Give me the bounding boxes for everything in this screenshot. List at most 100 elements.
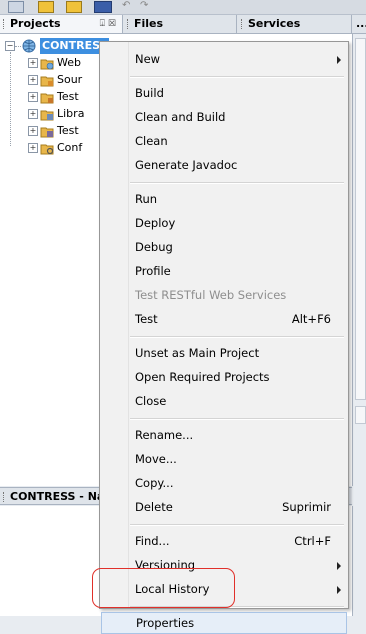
menu-item-label: Rename... <box>135 428 194 442</box>
menu-item-label: Test RESTful Web Services <box>135 288 287 302</box>
expand-icon[interactable]: + <box>28 92 38 102</box>
menu-item-run[interactable]: Run <box>101 188 347 210</box>
editor-edge-strip <box>353 34 366 616</box>
tab-services-label: Services <box>248 17 301 30</box>
context-menu: New Build Clean and Build Clean Generate Jav… <box>99 41 349 634</box>
menu-item-find[interactable]: Find... Ctrl+F <box>101 530 347 552</box>
folder-test-libraries-icon <box>40 127 54 138</box>
tab-projects-label: Projects <box>10 17 61 30</box>
menu-item-label: Profile <box>135 264 171 278</box>
menu-item-test-restful-web-services: Test RESTful Web Services <box>101 284 347 306</box>
menu-item-label: Properties <box>136 616 195 630</box>
tab-overflow-label: ... <box>356 17 366 30</box>
folder-test-icon <box>40 93 54 104</box>
tree-connector <box>15 46 21 47</box>
redo-icon[interactable]: ↷ <box>140 1 150 11</box>
editor-scrollbar[interactable] <box>355 38 366 400</box>
menu-item-label: Local History <box>135 582 210 596</box>
submenu-arrow-icon <box>337 586 341 594</box>
menu-item-label: Find... <box>135 534 170 548</box>
tree-node-label: Sour <box>57 73 83 86</box>
expand-icon[interactable]: + <box>28 109 38 119</box>
tree-node-label: Web <box>57 56 81 69</box>
submenu-arrow-icon <box>337 562 341 570</box>
menu-item-shortcut: Alt+F6 <box>291 312 331 326</box>
editor-splitter-handle[interactable] <box>355 406 366 424</box>
menu-item-copy[interactable]: Copy... <box>101 472 347 494</box>
explorer-tab-row: Projects ⍗ ☒ Files Services ... <box>0 15 366 34</box>
menu-item-label: Debug <box>135 240 173 254</box>
menu-item-debug[interactable]: Debug <box>101 236 347 258</box>
menu-item-test[interactable]: Test Alt+F6 <box>101 308 347 330</box>
tree-node-label: Test <box>57 90 79 103</box>
menu-item-shortcut: Suprimir <box>282 500 331 514</box>
menu-item-label: Open Required Projects <box>135 370 270 384</box>
new-file-icon[interactable] <box>8 1 24 13</box>
expand-icon[interactable]: + <box>28 143 38 153</box>
menu-item-build[interactable]: Build <box>101 82 347 104</box>
tab-files-label: Files <box>134 17 164 30</box>
menu-item-label: Close <box>135 394 167 408</box>
menu-separator <box>130 182 344 184</box>
menu-item-label: Generate Javadoc <box>135 158 238 172</box>
menu-item-properties[interactable]: Properties <box>101 612 347 634</box>
menu-separator <box>130 418 344 420</box>
menu-item-deploy[interactable]: Deploy <box>101 212 347 234</box>
menu-item-label: New <box>135 52 161 66</box>
tab-grip-icon <box>3 492 6 502</box>
main-toolbar: ↶ ↷ <box>0 0 366 15</box>
menu-item-label: Deploy <box>135 216 176 230</box>
menu-item-rename[interactable]: Rename... <box>101 424 347 446</box>
menu-item-label: Versioning <box>135 558 196 572</box>
new-project-icon[interactable] <box>38 1 54 13</box>
submenu-arrow-icon <box>337 56 341 64</box>
menu-item-label: Copy... <box>135 476 174 490</box>
menu-item-generate-javadoc[interactable]: Generate Javadoc <box>101 154 347 176</box>
menu-item-new[interactable]: New <box>101 48 347 70</box>
menu-item-label: Delete <box>135 500 173 514</box>
expand-icon[interactable]: + <box>28 126 38 136</box>
expand-icon[interactable]: + <box>28 58 38 68</box>
menu-item-move[interactable]: Move... <box>101 448 347 470</box>
menu-item-label: Build <box>135 86 164 100</box>
tab-projects[interactable]: Projects ⍗ ☒ <box>0 15 123 33</box>
tab-grip-icon <box>241 19 244 29</box>
menu-item-shortcut: Ctrl+F <box>294 534 331 548</box>
menu-item-delete[interactable]: Delete Suprimir <box>101 496 347 518</box>
folder-libraries-icon <box>40 110 54 121</box>
menu-item-label: Test <box>135 312 158 326</box>
open-project-icon[interactable] <box>66 1 82 13</box>
tree-node-label: Conf <box>57 141 83 154</box>
menu-item-label: Clean and Build <box>135 110 226 124</box>
menu-item-clean[interactable]: Clean <box>101 130 347 152</box>
tab-services[interactable]: Services <box>238 15 352 33</box>
menu-separator <box>130 524 344 526</box>
menu-item-label: Unset as Main Project <box>135 346 260 360</box>
tab-overflow[interactable]: ... <box>354 15 366 33</box>
tab-window-controls-icon[interactable]: ⍗ ☒ <box>100 15 116 33</box>
menu-item-versioning[interactable]: Versioning <box>101 554 347 576</box>
menu-item-open-required-projects[interactable]: Open Required Projects <box>101 366 347 388</box>
menu-item-label: Clean <box>135 134 168 148</box>
navigator-title: CONTRESS - Na <box>10 490 105 503</box>
menu-item-profile[interactable]: Profile <box>101 260 347 282</box>
collapse-icon[interactable]: − <box>5 41 15 51</box>
expand-icon[interactable]: + <box>28 75 38 85</box>
menu-item-label: Move... <box>135 452 177 466</box>
menu-item-clean-and-build[interactable]: Clean and Build <box>101 106 347 128</box>
menu-item-close[interactable]: Close <box>101 390 347 412</box>
tab-grip-icon <box>127 19 130 29</box>
folder-web-icon <box>40 59 54 70</box>
undo-icon[interactable]: ↶ <box>122 1 132 11</box>
folder-config-icon <box>40 144 54 155</box>
menu-separator <box>130 76 344 78</box>
menu-item-local-history[interactable]: Local History <box>101 578 347 600</box>
tree-node-label: Libra <box>57 107 85 120</box>
menu-item-label: Run <box>135 192 158 206</box>
tree-node-label: Test <box>57 124 79 137</box>
menu-separator <box>130 606 344 608</box>
web-project-globe-icon <box>22 39 36 53</box>
save-all-icon[interactable] <box>94 1 112 13</box>
menu-item-unset-as-main-project[interactable]: Unset as Main Project <box>101 342 347 364</box>
tab-files[interactable]: Files <box>124 15 237 33</box>
